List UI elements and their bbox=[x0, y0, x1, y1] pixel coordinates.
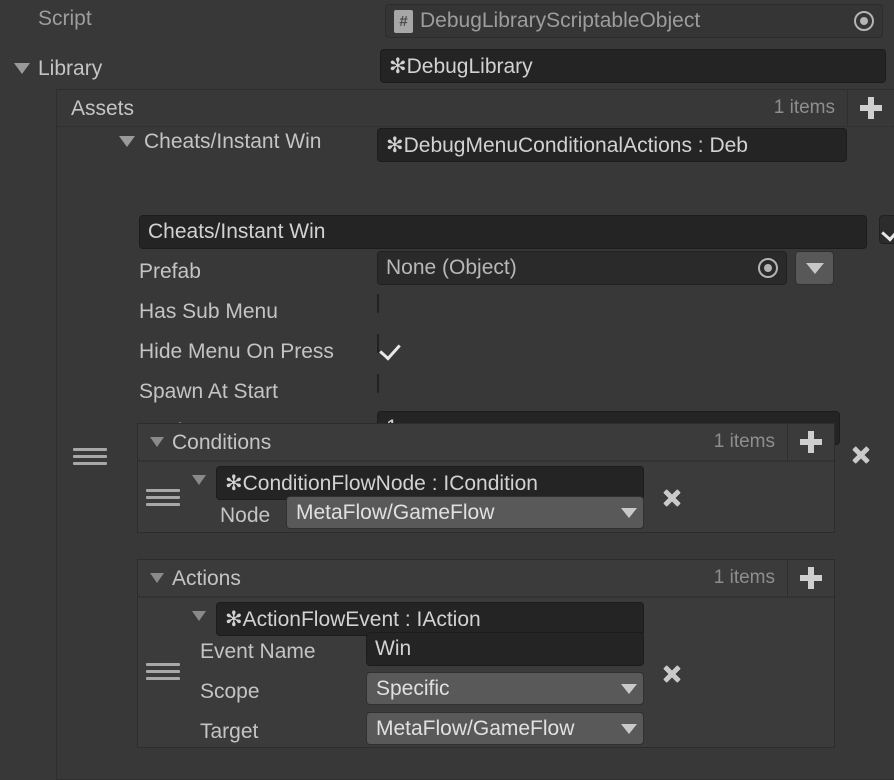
property-row-has-sub-menu: Has Sub Menu bbox=[57, 291, 894, 331]
property-row-hide-menu-on-press: Hide Menu On Press bbox=[57, 331, 894, 371]
scope-label: Scope bbox=[200, 680, 260, 703]
conditions-list-body: ✻ConditionFlowNode : ICondition Node Met… bbox=[138, 461, 834, 532]
property-row-prefab: Prefab None (Object) bbox=[57, 251, 894, 291]
condition-type-value: ✻ConditionFlowNode : ICondition bbox=[225, 471, 538, 495]
conditions-foldout[interactable]: Conditions bbox=[150, 432, 271, 453]
element-type-field[interactable]: ✻DebugMenuConditionalActions : Deb bbox=[377, 128, 847, 162]
assets-list-element: Cheats/Instant Win ✻DebugMenuConditional… bbox=[57, 127, 894, 779]
action-entry-drag-handle-icon[interactable] bbox=[146, 654, 180, 688]
actions-title: Actions bbox=[172, 566, 241, 590]
conditions-drag-handle-icon[interactable] bbox=[73, 439, 107, 473]
library-value: ✻DebugLibrary bbox=[389, 54, 533, 78]
library-label: Library bbox=[38, 57, 103, 80]
condition-node-popup[interactable]: MetaFlow/GameFlow bbox=[286, 496, 644, 529]
target-label: Target bbox=[200, 720, 259, 743]
property-row-spawn-at-start: Spawn At Start bbox=[57, 371, 894, 411]
target-popup[interactable]: MetaFlow/GameFlow bbox=[366, 712, 644, 745]
spawn-at-start-label: Spawn At Start bbox=[139, 380, 278, 403]
condition-entry-remove-x-icon[interactable] bbox=[656, 482, 688, 514]
action-entry-remove-x-icon[interactable] bbox=[656, 658, 688, 690]
condition-type-field[interactable]: ✻ConditionFlowNode : ICondition bbox=[216, 466, 644, 500]
condition-node-value: MetaFlow/GameFlow bbox=[296, 500, 495, 524]
chevron-down-icon bbox=[621, 507, 637, 518]
hide-menu-on-press-checkbox[interactable] bbox=[377, 334, 379, 353]
triangle-down-icon[interactable] bbox=[150, 437, 164, 447]
element-foldout[interactable]: Cheats/Instant Win bbox=[119, 131, 321, 152]
prefab-object-field[interactable]: None (Object) bbox=[377, 251, 787, 285]
library-row: Library ✻DebugLibrary bbox=[0, 46, 894, 86]
scope-value: Specific bbox=[376, 676, 450, 700]
conditions-list-header: Conditions 1 items bbox=[138, 423, 834, 461]
assets-list-title: Assets bbox=[71, 96, 135, 120]
triangle-down-icon[interactable] bbox=[192, 475, 206, 485]
prefab-label: Prefab bbox=[139, 260, 201, 283]
assets-list: Assets 1 items Cheats/Instant Win ✻Debug… bbox=[56, 89, 894, 780]
csharp-script-icon: # bbox=[394, 9, 413, 33]
prefab-dropdown-button[interactable] bbox=[795, 251, 834, 285]
script-row: Script # DebugLibraryScriptableObject bbox=[0, 0, 894, 42]
action-type-field[interactable]: ✻ActionFlowEvent : IAction bbox=[216, 602, 644, 636]
script-label: Script bbox=[38, 7, 92, 30]
target-value: MetaFlow/GameFlow bbox=[376, 716, 575, 740]
event-name-input[interactable]: Win bbox=[366, 632, 644, 666]
assets-list-count: 1 items bbox=[773, 97, 835, 118]
triangle-down-icon[interactable] bbox=[119, 136, 135, 147]
has-sub-menu-label: Has Sub Menu bbox=[139, 300, 278, 323]
plus-icon[interactable] bbox=[848, 97, 894, 119]
conditions-count: 1 items bbox=[713, 431, 775, 452]
element-name-value: Cheats/Instant Win bbox=[148, 220, 326, 243]
conditions-list: Conditions 1 items ✻ConditionFlowNode : … bbox=[137, 423, 835, 533]
scope-popup[interactable]: Specific bbox=[366, 672, 644, 705]
object-picker-icon[interactable] bbox=[758, 258, 778, 278]
element-enabled-checkbox[interactable] bbox=[879, 215, 894, 244]
script-value: DebugLibraryScriptableObject bbox=[420, 9, 701, 32]
triangle-down-icon[interactable] bbox=[192, 611, 206, 621]
event-name-value: Win bbox=[375, 637, 412, 660]
actions-list: Actions 1 items ✻ActionFlowEvent : IActi… bbox=[137, 559, 835, 748]
has-sub-menu-checkbox[interactable] bbox=[377, 294, 379, 313]
hide-menu-on-press-label: Hide Menu On Press bbox=[139, 340, 334, 363]
action-type-value: ✻ActionFlowEvent : IAction bbox=[225, 607, 481, 631]
chevron-down-icon bbox=[621, 723, 637, 734]
library-foldout[interactable]: Library bbox=[14, 58, 102, 79]
actions-foldout[interactable]: Actions bbox=[150, 568, 241, 589]
condition-entry-drag-handle-icon[interactable] bbox=[146, 480, 180, 514]
chevron-down-icon bbox=[621, 683, 637, 694]
plus-icon[interactable] bbox=[788, 567, 834, 589]
spawn-at-start-checkbox[interactable] bbox=[377, 374, 379, 393]
actions-list-header: Actions 1 items bbox=[138, 559, 834, 597]
conditions-title: Conditions bbox=[172, 430, 272, 454]
actions-count: 1 items bbox=[713, 567, 775, 588]
element-name-input[interactable]: Cheats/Instant Win bbox=[139, 215, 867, 249]
object-picker-icon[interactable] bbox=[854, 11, 874, 31]
script-object-field[interactable]: # DebugLibraryScriptableObject bbox=[385, 4, 883, 38]
assets-list-header: Assets 1 items bbox=[57, 89, 894, 127]
triangle-down-icon[interactable] bbox=[150, 573, 164, 583]
condition-node-label: Node bbox=[220, 504, 271, 527]
event-name-label: Event Name bbox=[200, 640, 316, 663]
plus-icon[interactable] bbox=[788, 431, 834, 453]
conditions-remove-x-icon[interactable] bbox=[845, 439, 877, 471]
triangle-down-icon[interactable] bbox=[14, 63, 30, 74]
element-type-value: ✻DebugMenuConditionalActions : Deb bbox=[386, 133, 748, 157]
library-object-field[interactable]: ✻DebugLibrary bbox=[380, 49, 886, 83]
prefab-value: None (Object) bbox=[386, 256, 517, 279]
element-label: Cheats/Instant Win bbox=[144, 130, 322, 153]
actions-list-body: ✻ActionFlowEvent : IAction Event Name Wi… bbox=[138, 597, 834, 747]
